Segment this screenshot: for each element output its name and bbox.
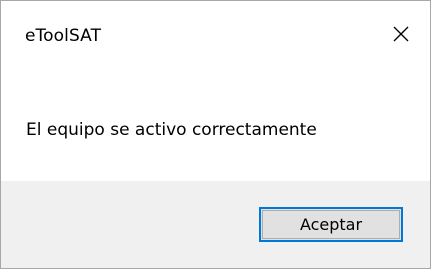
accept-button[interactable]: Aceptar [259,207,403,242]
dialog-body: El equipo se activo correctamente [1,77,430,181]
window-title: eToolSAT [25,26,102,46]
message-text: El equipo se activo correctamente [26,120,317,140]
accept-button-label: Aceptar [299,215,363,234]
dialog-footer: Aceptar [1,181,430,268]
close-button[interactable] [372,1,430,67]
title-bar: eToolSAT [1,1,430,77]
close-icon [393,26,409,42]
message-dialog: eToolSAT El equipo se activo correctamen… [0,0,431,269]
